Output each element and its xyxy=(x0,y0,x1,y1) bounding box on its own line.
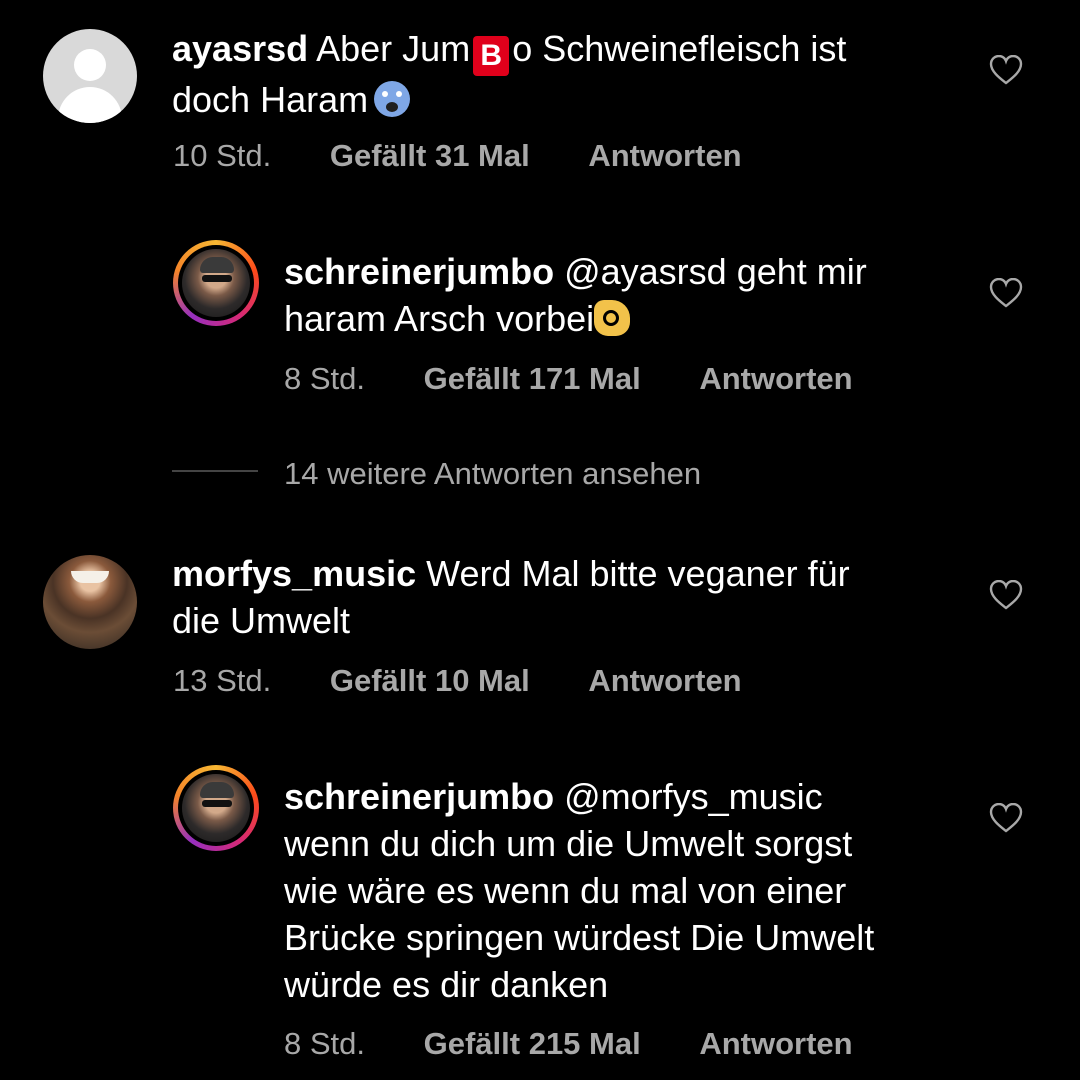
reply-meta: 8 Std. Gefällt 215 Mal Antworten xyxy=(284,1026,853,1062)
glasses-shape xyxy=(202,800,232,807)
comment-likes[interactable]: Gefällt 10 Mal xyxy=(330,663,530,698)
reply-username[interactable]: schreinerjumbo xyxy=(284,251,554,292)
comment-body-line2: doch Haram xyxy=(172,79,369,120)
like-heart-icon[interactable] xyxy=(989,580,1023,610)
comment-text: ayasrsd Aber Jum Bo Schweinefleisch ist d… xyxy=(172,25,972,123)
comment-meta: 13 Std. Gefällt 10 Mal Antworten xyxy=(173,663,742,699)
comment-meta: 10 Std. Gefällt 31 Mal Antworten xyxy=(173,138,742,174)
reply-text: schreinerjumbo @morfys_music wenn du dic… xyxy=(284,773,984,1008)
reply-button[interactable]: Antworten xyxy=(588,663,741,698)
reply-button[interactable]: Antworten xyxy=(588,138,741,173)
reply-mention[interactable]: @ayasrsd xyxy=(564,251,727,292)
mouth-shape xyxy=(71,571,109,583)
avatar-schreinerjumbo[interactable] xyxy=(173,765,259,851)
comment-body-line2: die Umwelt xyxy=(172,600,351,641)
reply-meta: 8 Std. Gefällt 171 Mal Antworten xyxy=(284,361,853,397)
avatar-ayasrsd[interactable] xyxy=(43,29,137,123)
reply-body-line1: geht mir xyxy=(736,251,867,292)
comment-body-part1: Aber Jum xyxy=(316,28,471,69)
comment-body-line1: Werd Mal bitte veganer für xyxy=(426,553,850,594)
comment-text: morfys_music Werd Mal bitte veganer für … xyxy=(172,550,972,644)
glasses-shape xyxy=(202,275,232,282)
cap-shape xyxy=(200,782,234,798)
scream-emoji-icon xyxy=(374,81,411,117)
reply-body-line3: Brücke springen würdest Die Umwelt xyxy=(284,917,875,958)
reply-body-line1: wenn du dich um die Umwelt sorgst xyxy=(284,823,853,864)
cap-shape xyxy=(200,257,234,273)
reply-button[interactable]: Antworten xyxy=(699,1026,852,1061)
comment-likes[interactable]: Gefällt 31 Mal xyxy=(330,138,530,173)
person-icon-head xyxy=(74,49,106,81)
comment-username[interactable]: morfys_music xyxy=(172,553,416,594)
comment-time: 13 Std. xyxy=(173,663,272,698)
like-heart-icon[interactable] xyxy=(989,55,1023,85)
reply-likes[interactable]: Gefällt 215 Mal xyxy=(424,1026,641,1061)
reply-likes[interactable]: Gefällt 171 Mal xyxy=(424,361,641,396)
b-emoji-icon: B xyxy=(473,36,510,76)
reply-body-line2: wie wäre es wenn du mal von einer xyxy=(284,870,847,911)
avatar-photo xyxy=(182,774,250,842)
like-heart-icon[interactable] xyxy=(989,803,1023,833)
reply-time: 8 Std. xyxy=(284,1026,365,1061)
reply-time: 8 Std. xyxy=(284,361,365,396)
reply-body-line2: haram Arsch vorbei xyxy=(284,298,595,339)
reply-text: schreinerjumbo @ayasrsd geht mir haram A… xyxy=(284,248,964,342)
comment-username[interactable]: ayasrsd xyxy=(172,28,308,69)
avatar-schreinerjumbo[interactable] xyxy=(173,240,259,326)
view-more-replies[interactable]: 14 weitere Antworten ansehen xyxy=(284,456,701,492)
reply-mention[interactable]: @morfys_music xyxy=(564,776,823,817)
reply-username[interactable]: schreinerjumbo xyxy=(284,776,554,817)
avatar-morfys_music[interactable] xyxy=(43,555,137,649)
comment-time: 10 Std. xyxy=(173,138,272,173)
avatar-photo xyxy=(182,249,250,317)
like-heart-icon[interactable] xyxy=(989,278,1023,308)
replies-divider xyxy=(172,470,258,472)
person-icon-body xyxy=(58,87,122,123)
reply-button[interactable]: Antworten xyxy=(699,361,852,396)
reply-body-line4: würde es dir danken xyxy=(284,964,609,1005)
ok-hand-emoji-icon xyxy=(594,300,631,336)
comment-body-part2: o Schweinefleisch ist xyxy=(512,28,847,69)
